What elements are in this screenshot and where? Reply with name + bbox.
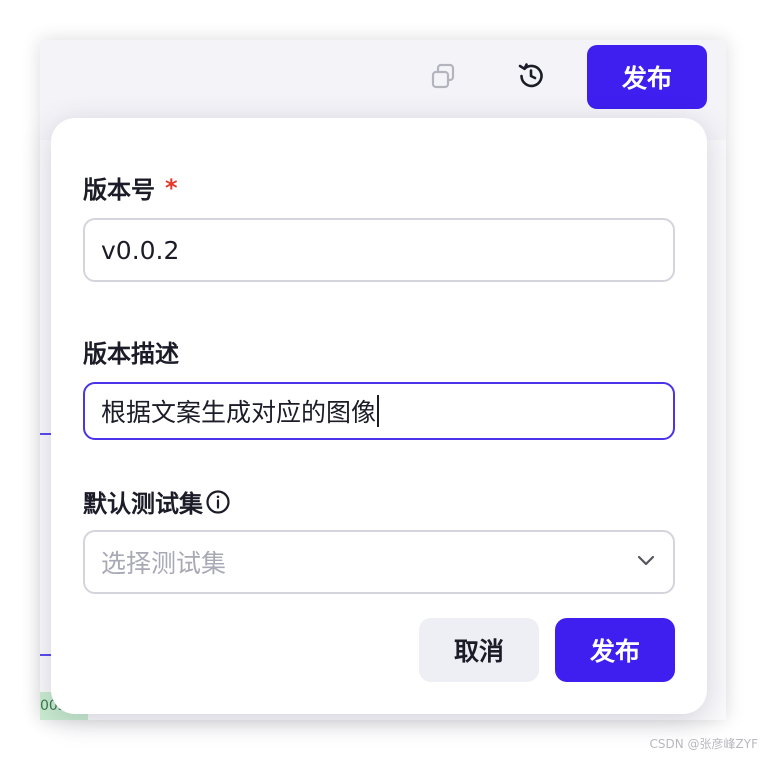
version-number-input[interactable]: v0.0.2 <box>83 218 675 282</box>
copy-icon[interactable] <box>427 60 459 92</box>
required-mark: * <box>165 173 178 202</box>
version-number-label: 版本号 * <box>83 170 178 205</box>
info-icon[interactable] <box>205 489 231 515</box>
default-test-set-label: 默认测试集 <box>83 484 231 519</box>
history-icon[interactable] <box>515 60 547 92</box>
publish-button[interactable]: 发布 <box>555 618 675 682</box>
default-test-set-label-text: 默认测试集 <box>83 490 203 518</box>
test-set-placeholder: 选择测试集 <box>101 549 227 578</box>
version-description-value: 根据文案生成对应的图像 <box>101 398 377 427</box>
watermark: CSDN @张彦峰ZYF <box>649 737 758 751</box>
version-description-input[interactable]: 根据文案生成对应的图像 <box>83 382 675 440</box>
version-number-value: v0.0.2 <box>101 235 180 265</box>
chevron-down-icon <box>635 548 657 577</box>
version-number-label-text: 版本号 <box>83 176 155 204</box>
test-set-select[interactable]: 选择测试集 <box>83 530 675 594</box>
toolbar-publish-button[interactable]: 发布 <box>587 45 707 109</box>
version-description-label: 版本描述 <box>83 340 179 368</box>
cancel-button[interactable]: 取消 <box>419 618 539 682</box>
publish-popover: 版本号 * v0.0.2 版本描述 根据文案生成对应的图像 默认测试集 选择测试… <box>51 118 707 714</box>
text-caret <box>377 395 380 427</box>
